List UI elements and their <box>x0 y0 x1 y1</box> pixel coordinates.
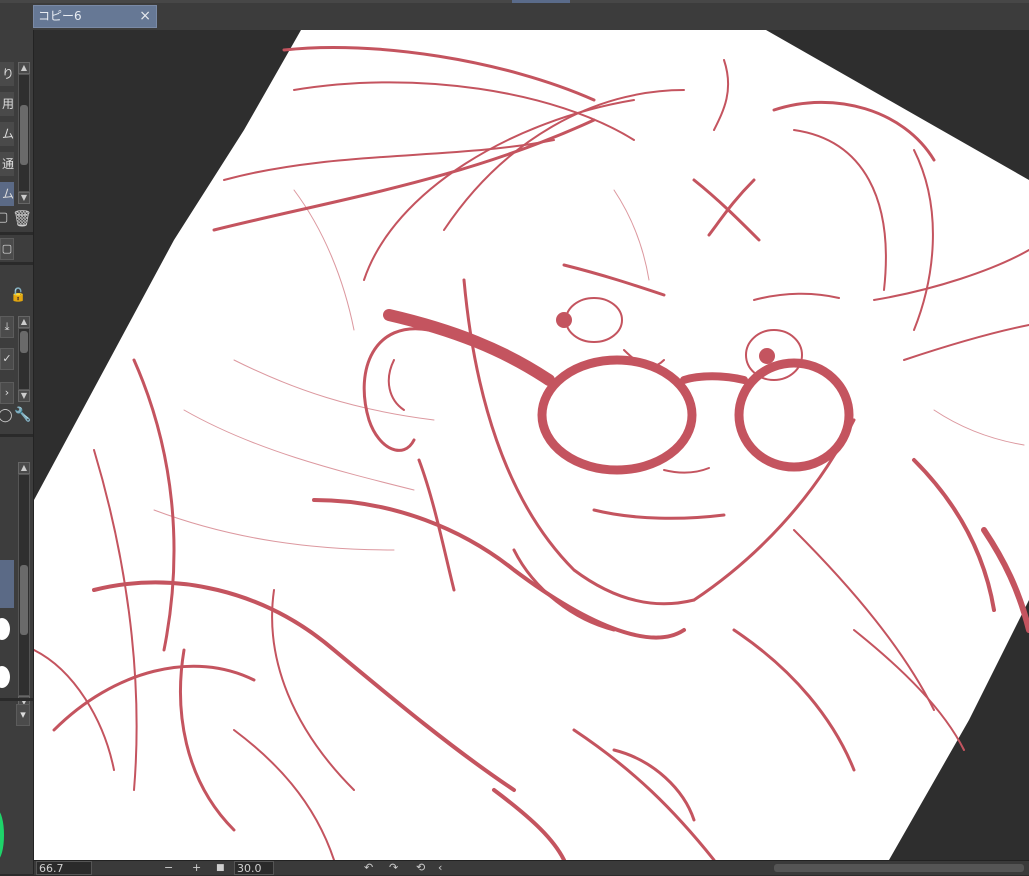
new-item-icon[interactable]: ▢ <box>0 210 8 225</box>
trash-icon[interactable]: 🗑 <box>12 209 32 228</box>
panel-scrollbar[interactable] <box>18 328 30 390</box>
horizontal-scrollbar[interactable] <box>774 864 1024 872</box>
zoom-level-field[interactable]: 66.7 <box>36 861 92 875</box>
panel-divider <box>0 262 33 265</box>
scroll-up-icon[interactable]: ▲ <box>18 316 30 328</box>
scroll-down-icon[interactable]: ▼ <box>18 390 30 402</box>
drawing-canvas[interactable] <box>34 30 1029 860</box>
panel-divider <box>0 232 33 235</box>
panel-menu-button[interactable]: ▢ <box>0 238 14 260</box>
circle-tool-icon[interactable]: ◯ <box>0 408 13 423</box>
zoom-slider-handle-icon[interactable]: ■ <box>216 861 225 875</box>
rotate-left-button[interactable]: ↶ <box>364 861 373 875</box>
canvas-artwork <box>34 30 1029 860</box>
panel-list-item[interactable]: ム <box>0 122 14 146</box>
brush-preset-selected[interactable] <box>0 560 14 608</box>
close-tab-icon[interactable]: × <box>139 6 151 27</box>
document-tab-bar: コピー6 × <box>0 0 1029 31</box>
tab-bar-top-line <box>0 0 1029 3</box>
dot-icon: · <box>0 490 1 503</box>
flip-button[interactable]: ‹ <box>438 861 442 875</box>
rotation-angle-field[interactable]: 30.0 <box>234 861 274 875</box>
status-bar: 66.7 − + ■ 30.0 ↶ ↷ ⟲ ‹ <box>34 860 1029 875</box>
panel-scrollbar[interactable] <box>18 74 30 192</box>
document-tab[interactable]: コピー6 × <box>33 5 157 28</box>
color-wheel-edge[interactable] <box>0 810 4 860</box>
panel-divider <box>0 698 33 701</box>
brush-size-preview[interactable] <box>0 666 10 688</box>
panel-list-item[interactable]: 通 <box>0 152 14 176</box>
lock-icon[interactable]: 🔓 <box>10 288 26 303</box>
reset-rotation-button[interactable]: ⟲ <box>416 861 425 875</box>
brush-size-preview[interactable] <box>0 618 10 640</box>
panel-list-item[interactable]: 用 <box>0 92 14 116</box>
panel-list-item-selected[interactable]: ム <box>0 182 14 206</box>
left-panel: り 用 ム 通 ム ▲ ▼ ▢ 🗑 ▢ 🔓 ⤓ ✓ › ▲ ▼ ◯ 🔧 ▲ ▼ … <box>0 30 34 874</box>
rotate-right-button[interactable]: ↷ <box>389 861 398 875</box>
download-icon[interactable]: ⤓ <box>0 316 14 338</box>
chevron-right-icon[interactable]: › <box>0 382 14 404</box>
document-tab-title: コピー6 <box>38 9 82 23</box>
dropdown-chevron-icon[interactable]: ▾ <box>16 704 30 726</box>
scroll-up-icon[interactable]: ▲ <box>18 62 30 74</box>
panel-list-item[interactable]: り <box>0 62 14 86</box>
tab-bar-accent <box>512 0 570 3</box>
panel-divider <box>0 434 33 437</box>
zoom-out-button[interactable]: − <box>164 861 173 875</box>
wrench-icon[interactable]: 🔧 <box>14 407 31 423</box>
panel-scrollbar[interactable] <box>18 474 30 696</box>
scroll-up-icon[interactable]: ▲ <box>18 462 30 474</box>
zoom-in-button[interactable]: + <box>192 861 201 875</box>
check-icon[interactable]: ✓ <box>0 348 14 370</box>
scroll-down-icon[interactable]: ▼ <box>18 192 30 204</box>
